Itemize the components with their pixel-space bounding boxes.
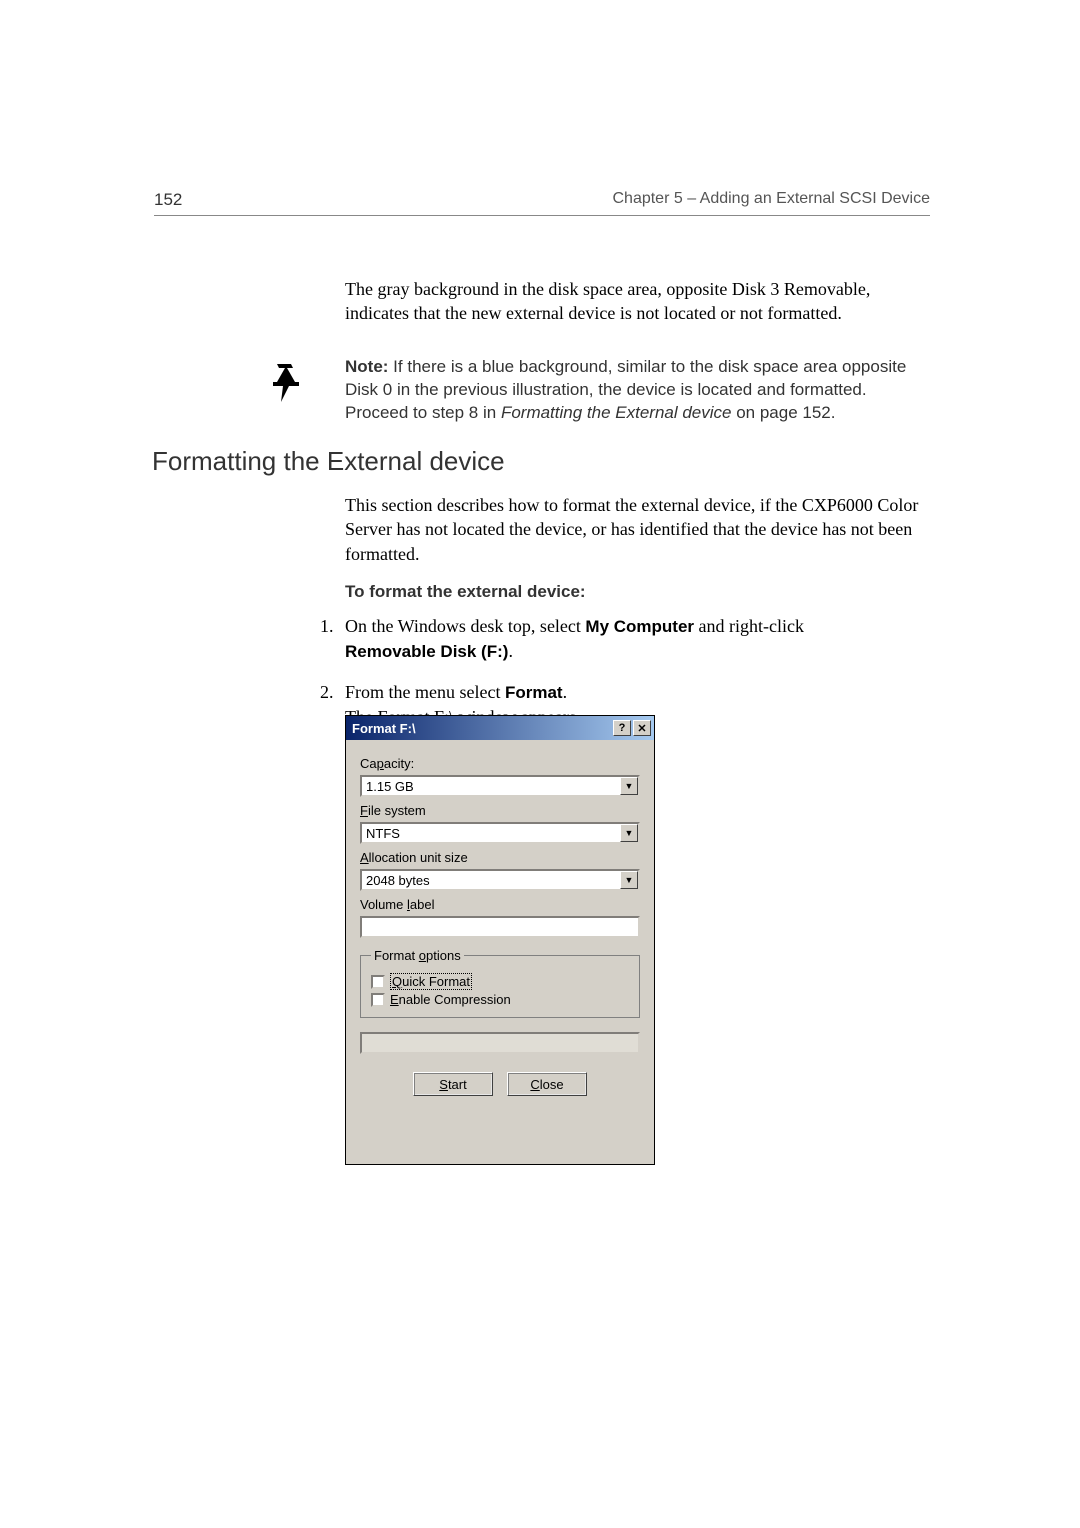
capacity-value: 1.15 GB [362,779,620,794]
progress-box [360,1032,640,1054]
filesystem-value: NTFS [362,826,620,841]
note-italic: Formatting the External device [501,403,732,422]
dropdown-arrow-icon[interactable]: ▼ [620,777,638,795]
intro-paragraph: The gray background in the disk space ar… [345,277,925,326]
checkbox-icon[interactable] [371,993,385,1007]
quick-format-checkbox[interactable]: Quick Format [371,974,629,989]
dropdown-arrow-icon[interactable]: ▼ [620,871,638,889]
checkbox-icon[interactable] [371,975,385,989]
header-rule [154,215,930,216]
allocation-combo[interactable]: 2048 bytes ▼ [360,869,640,891]
help-button[interactable]: ? [613,720,631,736]
step-num: 1. [320,614,345,664]
format-dialog: Format F:\ ? ✕ Capacity: 1.15 GB ▼ File … [345,715,655,1165]
titlebar[interactable]: Format F:\ ? ✕ [346,716,654,740]
note-block: Note: If there is a blue background, sim… [345,356,925,425]
step-text: On the Windows desk top, select My Compu… [345,614,875,664]
close-button[interactable]: ✕ [633,720,651,736]
procedure-title: To format the external device: [345,582,586,602]
dropdown-arrow-icon[interactable]: ▼ [620,824,638,842]
volume-label: Volume label [360,897,640,912]
note-label: Note: [345,357,388,376]
allocation-value: 2048 bytes [362,873,620,888]
start-button[interactable]: Start [413,1072,493,1096]
enable-compression-checkbox[interactable]: Enable Compression [371,992,629,1007]
page-number: 152 [154,190,182,210]
step-num: 2. [320,680,345,729]
titlebar-text: Format F:\ [352,721,416,736]
volume-input[interactable] [360,916,640,938]
capacity-label: Capacity: [360,756,640,771]
step-1: 1. On the Windows desk top, select My Co… [320,614,875,664]
note-pushpin-icon [263,358,311,406]
filesystem-combo[interactable]: NTFS ▼ [360,822,640,844]
format-options-group: Format options Quick Format Enable Compr… [360,948,640,1018]
close-dialog-button[interactable]: Close [507,1072,587,1096]
chapter-header: Chapter 5 – Adding an External SCSI Devi… [612,190,930,208]
filesystem-label: File system [360,803,640,818]
format-options-legend: Format options [371,948,464,963]
note-text-2: on page 152. [732,403,836,422]
section-heading: Formatting the External device [152,446,505,477]
section-body: This section describes how to format the… [345,493,925,566]
allocation-label: Allocation unit size [360,850,640,865]
capacity-combo[interactable]: 1.15 GB ▼ [360,775,640,797]
